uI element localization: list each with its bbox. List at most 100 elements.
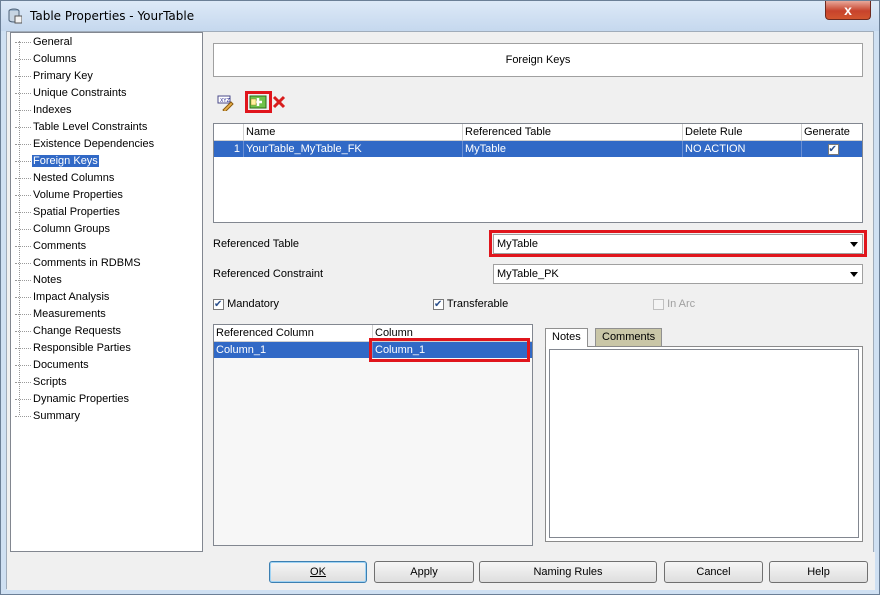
nav-item-label: Columns xyxy=(33,53,77,65)
transferable-label: Transferable xyxy=(446,298,509,310)
notes-textarea[interactable] xyxy=(549,349,859,538)
nav-item-measurements[interactable]: Measurements xyxy=(15,306,107,322)
nav-item-nested-columns[interactable]: Nested Columns xyxy=(15,170,115,186)
nav-item-comments-in-rdbms[interactable]: Comments in RDBMS xyxy=(15,255,142,271)
row-number-header xyxy=(214,124,244,141)
column-header-referenced-column[interactable]: Referenced Column xyxy=(214,325,373,342)
column-header-generate[interactable]: Generate xyxy=(802,124,862,141)
tree-connector xyxy=(15,245,31,247)
nav-item-label: Unique Constraints xyxy=(33,87,127,99)
mandatory-option[interactable]: Mandatory xyxy=(213,296,279,313)
nav-item-responsible-parties[interactable]: Responsible Parties xyxy=(15,340,132,356)
nav-item-label: Comments in RDBMS xyxy=(33,257,141,269)
nav-item-columns[interactable]: Columns xyxy=(15,51,77,67)
nav-item-label: Scripts xyxy=(33,376,67,388)
button-bar: OK Apply Naming Rules Cancel Help xyxy=(7,552,875,590)
nav-item-documents[interactable]: Documents xyxy=(15,357,90,373)
nav-item-primary-key[interactable]: Primary Key xyxy=(15,68,94,84)
ok-label: OK xyxy=(310,566,326,578)
column-header-name[interactable]: Name xyxy=(244,124,463,141)
mandatory-checkbox[interactable] xyxy=(213,297,224,313)
title-bar[interactable]: Table Properties - YourTable x xyxy=(1,1,879,31)
nav-item-column-groups[interactable]: Column Groups xyxy=(15,221,111,237)
naming-rules-button[interactable]: Naming Rules xyxy=(479,561,657,583)
nav-item-label: Nested Columns xyxy=(33,172,115,184)
column-header-referenced-table[interactable]: Referenced Table xyxy=(463,124,683,141)
tree-connector xyxy=(15,194,31,196)
tree-connector xyxy=(15,58,31,60)
nav-item-label: Existence Dependencies xyxy=(33,138,155,150)
window-title: Table Properties - YourTable xyxy=(30,9,195,23)
foreign-keys-table: Name Referenced Table Delete Rule Genera… xyxy=(213,123,863,223)
fk-delete-rule-cell[interactable]: NO ACTION xyxy=(683,141,802,157)
nav-item-label: Change Requests xyxy=(33,325,122,337)
ok-button[interactable]: OK xyxy=(269,561,367,583)
nav-item-indexes[interactable]: Indexes xyxy=(15,102,73,118)
tree-connector xyxy=(15,330,31,332)
cancel-button[interactable]: Cancel xyxy=(664,561,763,583)
nav-item-comments[interactable]: Comments xyxy=(15,238,87,254)
tree-connector xyxy=(15,262,31,264)
tree-connector xyxy=(15,364,31,366)
close-button[interactable]: x xyxy=(825,1,871,20)
nav-item-scripts[interactable]: Scripts xyxy=(15,374,68,390)
nav-item-label: Notes xyxy=(33,274,62,286)
apply-label: Apply xyxy=(410,566,438,578)
dialog-window: Table Properties - YourTable x General Co… xyxy=(0,0,880,595)
tree-connector xyxy=(15,313,31,315)
fk-name-cell[interactable]: YourTable_MyTable_FK xyxy=(244,141,463,157)
nav-item-spatial-properties[interactable]: Spatial Properties xyxy=(15,204,121,220)
transferable-option[interactable]: Transferable xyxy=(433,296,509,313)
nav-item-label: General xyxy=(33,36,73,48)
row-number[interactable]: 1 xyxy=(214,141,244,157)
nav-item-label: Indexes xyxy=(33,104,72,116)
help-button[interactable]: Help xyxy=(769,561,868,583)
tree-connector xyxy=(15,92,31,94)
nav-item-notes[interactable]: Notes xyxy=(15,272,63,288)
nav-item-dynamic-properties[interactable]: Dynamic Properties xyxy=(15,391,130,407)
column-header-delete-rule[interactable]: Delete Rule xyxy=(683,124,802,141)
nav-item-label: Table Level Constraints xyxy=(33,121,148,133)
tree-connector xyxy=(15,211,31,213)
delete-button[interactable] xyxy=(270,94,288,112)
tab-comments[interactable]: Comments xyxy=(595,328,663,346)
properties-icon: XYZ xyxy=(217,95,234,113)
close-icon: x xyxy=(844,2,852,18)
transferable-checkbox[interactable] xyxy=(433,297,444,313)
in-arc-checkbox xyxy=(653,298,664,310)
help-label: Help xyxy=(807,566,830,578)
referenced-column-cell[interactable]: Column_1 xyxy=(214,342,373,358)
fk-generate-cell[interactable] xyxy=(802,141,862,158)
apply-button[interactable]: Apply xyxy=(374,561,474,583)
nav-item-change-requests[interactable]: Change Requests xyxy=(15,323,122,339)
in-arc-option: In Arc xyxy=(653,296,695,312)
fk-referenced-table-cell[interactable]: MyTable xyxy=(463,141,683,157)
nav-item-summary[interactable]: Summary xyxy=(15,408,81,424)
delete-icon xyxy=(272,95,286,109)
tab-notes[interactable]: Notes xyxy=(545,328,588,347)
referenced-constraint-dropdown[interactable]: MyTable_PK xyxy=(493,264,863,284)
chevron-down-icon xyxy=(850,272,858,277)
nav-item-general[interactable]: General xyxy=(15,34,73,50)
nav-item-impact-analysis[interactable]: Impact Analysis xyxy=(15,289,110,305)
nav-item-label: Impact Analysis xyxy=(33,291,110,303)
nav-item-label: Summary xyxy=(33,410,81,422)
nav-item-label: Dynamic Properties xyxy=(33,393,129,405)
nav-item-label: Primary Key xyxy=(33,70,93,82)
nav-item-existence-dependencies[interactable]: Existence Dependencies xyxy=(15,136,155,152)
generate-checkbox[interactable] xyxy=(827,142,839,158)
referenced-constraint-value: MyTable_PK xyxy=(497,268,559,280)
nav-item-volume-properties[interactable]: Volume Properties xyxy=(15,187,124,203)
properties-button[interactable]: XYZ xyxy=(217,95,235,113)
nav-item-foreign-keys[interactable]: Foreign Keys xyxy=(15,153,99,169)
tree-connector xyxy=(15,109,31,111)
nav-item-label: Column Groups xyxy=(33,223,111,235)
tree-connector xyxy=(15,347,31,349)
referenced-constraint-label: Referenced Constraint xyxy=(213,268,324,280)
foreign-keys-pane: Foreign Keys XYZ Name Referenced Table D… xyxy=(205,32,873,552)
tree-connector xyxy=(15,381,31,383)
nav-item-table-level-constraints[interactable]: Table Level Constraints xyxy=(15,119,148,135)
panel-header: Foreign Keys xyxy=(213,43,863,77)
referenced-table-label: Referenced Table xyxy=(213,238,300,250)
nav-item-unique-constraints[interactable]: Unique Constraints xyxy=(15,85,128,101)
